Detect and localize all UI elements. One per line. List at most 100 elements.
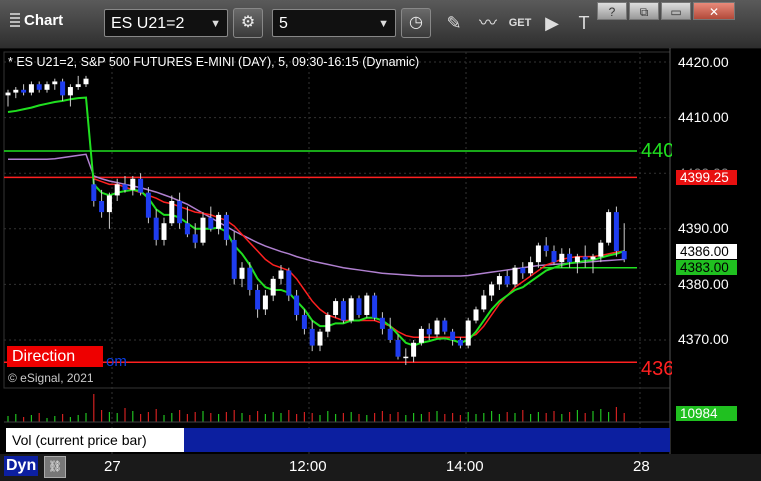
link-icon[interactable]: ⛓ [44, 456, 66, 478]
candle-body [91, 184, 97, 201]
candle-body [559, 253, 565, 263]
restore-button[interactable]: ⧉ [629, 2, 659, 20]
time-button[interactable]: ◷ [401, 8, 431, 38]
candle-body [52, 81, 58, 85]
candle-body [395, 340, 401, 357]
candle-body [60, 81, 66, 96]
red-line-label: 436 [641, 358, 672, 380]
candle-body [44, 84, 50, 90]
draw-tool-button[interactable]: ✎ [440, 8, 468, 38]
candle-body [418, 328, 424, 343]
chevron-down-icon[interactable]: ▼ [378, 10, 389, 38]
candle-body [481, 295, 487, 310]
candle-body [192, 234, 198, 243]
candle-body [621, 251, 627, 260]
chevron-down-icon[interactable]: ▼ [210, 10, 221, 38]
candle-body [28, 84, 34, 93]
candle-body [340, 301, 346, 321]
candle-body [317, 331, 323, 346]
play-button[interactable]: ▶ [538, 8, 566, 38]
window-controls: ? ⧉ ▭ ✕ [597, 2, 735, 22]
candle-body [520, 267, 526, 274]
candle-body [504, 276, 510, 285]
candle-body [512, 267, 518, 285]
study-button[interactable]: 〰 [474, 8, 502, 38]
candle-body [528, 262, 534, 274]
chart-header: * ES U21=2, S&P 500 FUTURES E-MINI (DAY)… [8, 55, 420, 69]
volume-band [184, 428, 670, 452]
time-label: 28 [633, 458, 650, 475]
candle-body [387, 328, 393, 340]
time-label: 12:00 [289, 458, 327, 475]
candle-body [247, 267, 253, 290]
candle-body [309, 328, 315, 346]
get-icon: GET [508, 17, 532, 29]
candle-body [239, 267, 245, 279]
candle-body [200, 217, 206, 243]
candle-body [325, 314, 331, 332]
candle-body [473, 309, 479, 321]
candle-body [333, 301, 339, 315]
interval-value: 5 [279, 15, 288, 32]
maximize-button[interactable]: ▭ [661, 2, 691, 20]
line-chart-icon: 〰 [479, 13, 497, 33]
direction-tail: om [106, 353, 127, 370]
candle-body [496, 276, 502, 285]
chart-title: Chart [10, 12, 63, 29]
close-icon[interactable]: x [170, 429, 177, 444]
copyright: © eSignal, 2021 [8, 371, 94, 385]
time-label: 14:00 [446, 458, 484, 475]
candle-body [551, 251, 557, 263]
settings-button[interactable]: ⚙ [233, 8, 263, 38]
candle-body [606, 212, 612, 243]
candle-body [434, 320, 440, 335]
candle-body [255, 289, 261, 310]
price-tag-red: 4399.25 [676, 170, 737, 185]
candle-body [535, 245, 541, 263]
ma-fast-line [7, 96, 625, 347]
time-label: 27 [104, 458, 121, 475]
candle-body [153, 217, 159, 240]
candle-body [567, 253, 573, 263]
gear-icon: ⚙ [240, 14, 256, 31]
candle-body [294, 295, 300, 315]
direction-label: Direction [7, 346, 103, 367]
candle-body [13, 89, 19, 93]
volume-label: Vol (current price bar) [6, 428, 184, 452]
candle-body [161, 223, 167, 240]
interval-combo[interactable]: 5 ▼ [272, 9, 396, 37]
candle-body [489, 284, 495, 296]
candle-body [122, 184, 128, 190]
get-button[interactable]: GET [506, 8, 534, 38]
candle-body [590, 256, 596, 260]
candle-body [106, 195, 112, 213]
title-text: Chart [24, 12, 64, 29]
close-button[interactable]: ✕ [693, 2, 735, 20]
candle-body [301, 314, 307, 329]
candle-body [36, 84, 42, 90]
candle-body [372, 295, 378, 318]
candle-body [379, 317, 385, 329]
candle-body [465, 320, 471, 346]
candle-body [270, 278, 276, 296]
text-tool-button[interactable]: T [570, 8, 598, 38]
candle-body [403, 356, 409, 359]
help-button[interactable]: ? [597, 2, 627, 20]
candle-body [75, 84, 81, 88]
play-icon: ▶ [545, 13, 559, 33]
candle-body [450, 331, 456, 340]
symbol-combo[interactable]: ES U21=2 ▼ [104, 9, 228, 37]
symbol-value: ES U21=2 [111, 15, 185, 32]
dyn-button[interactable]: Dyn [4, 456, 39, 476]
candle-body [5, 92, 11, 96]
price-chart[interactable] [0, 48, 761, 454]
candle-body [99, 201, 105, 213]
candle-body [138, 178, 144, 193]
candle-body [21, 89, 27, 93]
green-line-label: 440 [641, 140, 672, 162]
price-tag-white: 4386.00 [676, 244, 737, 259]
ma-long-line [8, 153, 625, 277]
price-label: 4410.00 [678, 109, 729, 125]
candle-body [582, 256, 588, 260]
price-label: 4370.00 [678, 331, 729, 347]
